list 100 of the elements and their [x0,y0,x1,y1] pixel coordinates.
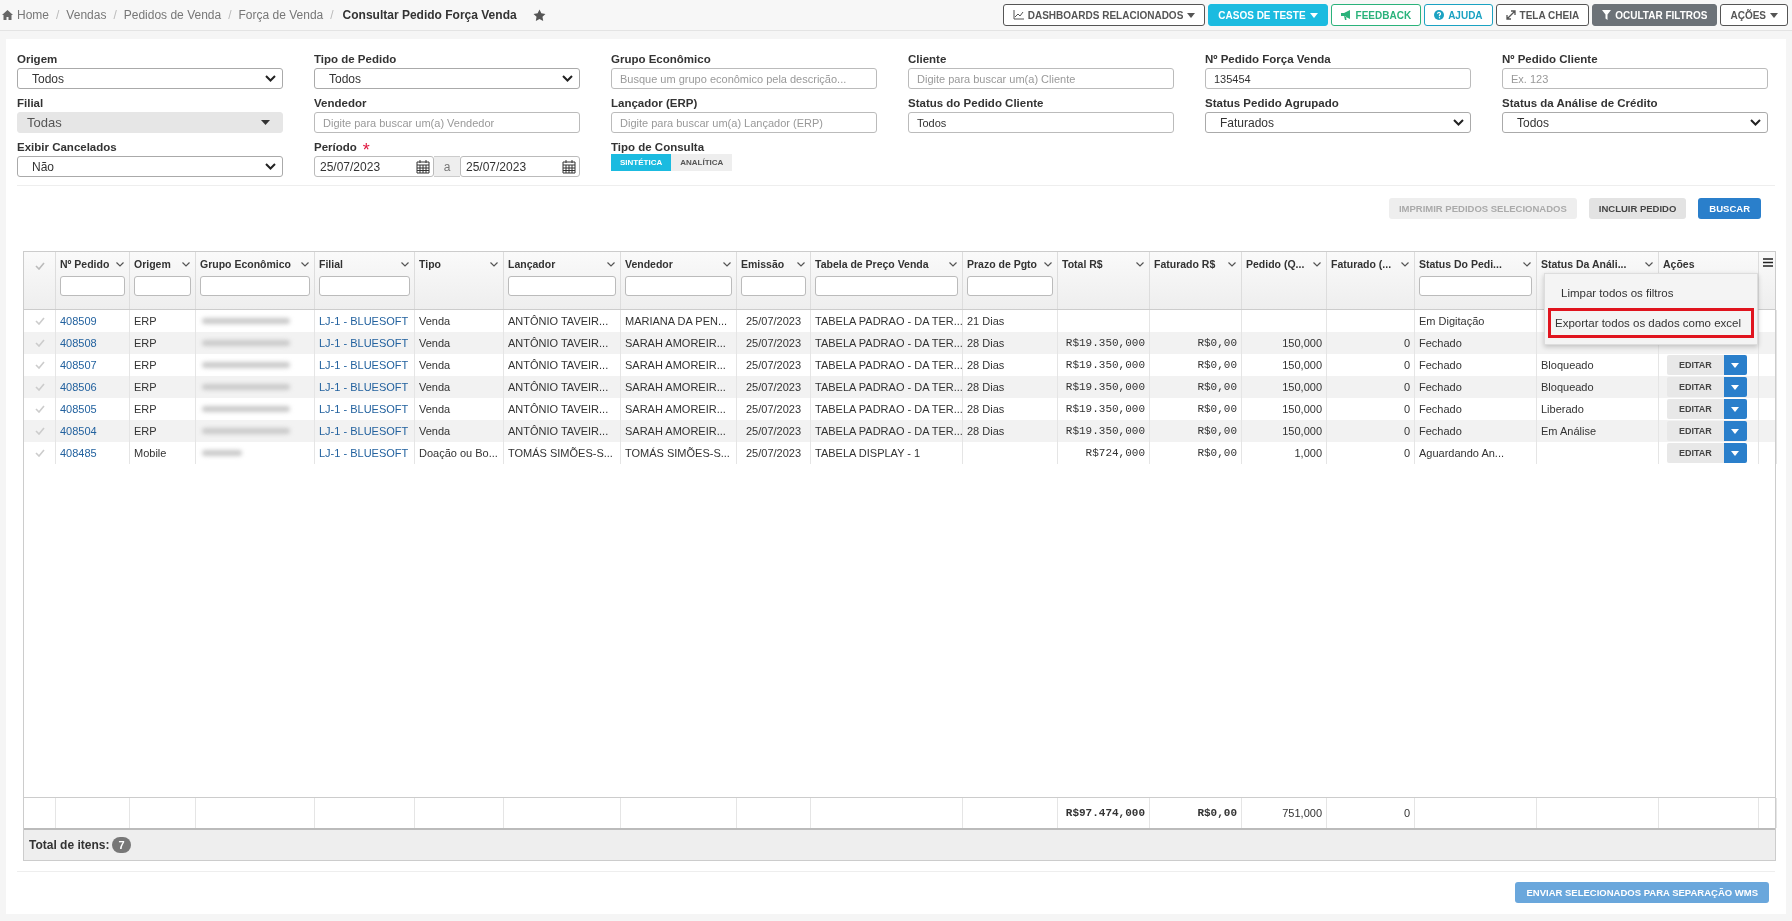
toggle-option[interactable]: ANALÍTICA [671,154,733,171]
table-link[interactable]: LJ-1 - BLUESOFT [319,381,409,393]
edit-button[interactable]: EDITAR [1667,377,1724,397]
select-field[interactable]: Todos [1502,112,1768,133]
chevron-down-icon[interactable] [490,262,498,267]
column-header[interactable]: Total R$ [1062,258,1103,270]
chevron-down-icon[interactable] [1645,262,1653,267]
column-filter-field[interactable] [741,276,806,296]
date-field[interactable]: 25/07/2023 [460,156,580,177]
column-filter-field[interactable] [508,276,616,296]
input-field[interactable]: Ex. 123 [1502,68,1768,89]
table-link[interactable]: LJ-1 - BLUESOFT [319,337,409,349]
column-filter-field[interactable] [815,276,958,296]
column-header[interactable]: Prazo de Pgto [967,258,1037,270]
column-header[interactable]: Status Da Análi... [1541,258,1627,270]
table-link[interactable]: 408508 [60,337,97,349]
table-link[interactable]: 408505 [60,403,97,415]
breadcrumb-link[interactable]: Força de Venda [238,8,324,22]
input-field[interactable]: Digite para buscar um(a) Lançador (ERP) [611,112,877,133]
checkmark-icon[interactable] [34,262,45,270]
breadcrumb-link[interactable]: Vendas [66,8,107,22]
column-header[interactable]: Emissão [741,258,785,270]
table-link[interactable]: 408504 [60,425,97,437]
table-link[interactable]: LJ-1 - BLUESOFT [319,403,409,415]
chevron-down-icon[interactable] [1136,262,1144,267]
dropdown-button[interactable] [1723,421,1747,441]
dropdown-button[interactable] [1723,377,1747,397]
input-field[interactable]: Busque um grupo econômico pela descrição... [611,68,877,89]
column-header[interactable]: Vendedor [625,258,673,270]
table-link[interactable]: LJ-1 - BLUESOFT [319,447,409,459]
chevron-down-icon[interactable] [182,262,190,267]
calendar-icon[interactable] [562,159,576,174]
chevron-down-icon[interactable] [797,262,805,267]
checkmark-icon[interactable] [34,339,45,347]
edit-button[interactable]: EDITAR [1667,443,1724,463]
column-filter-field[interactable] [1419,276,1532,296]
chevron-down-icon[interactable] [1313,262,1321,267]
menu-item[interactable]: Exportar todos os dados como excel [1548,308,1754,338]
column-header[interactable]: Nº Pedido [60,258,110,270]
menu-icon[interactable] [1763,258,1773,267]
column-filter-field[interactable] [60,276,125,296]
edit-button[interactable]: EDITAR [1667,421,1724,441]
edit-button[interactable]: EDITAR [1667,399,1724,419]
table-link[interactable]: 408509 [60,315,97,327]
select-field[interactable]: Todos [314,68,580,89]
table-link[interactable]: LJ-1 - BLUESOFT [319,425,409,437]
checkmark-icon[interactable] [34,427,45,435]
checkmark-icon[interactable] [34,383,45,391]
select-field[interactable]: Todos [17,68,283,89]
select-field[interactable]: Faturados [1205,112,1471,133]
column-filter-field[interactable] [967,276,1053,296]
toolbar-button[interactable]: OCULTAR FILTROS [1592,4,1718,26]
toolbar-button[interactable]: DASHBOARDS RELACIONADOS [1002,4,1206,26]
column-filter-field[interactable] [319,276,410,296]
toolbar-button[interactable]: AÇÕES [1720,4,1788,26]
chevron-down-icon[interactable] [1044,262,1052,267]
column-header[interactable]: Tabela de Preço Venda [815,258,929,270]
star-icon[interactable] [532,8,546,22]
checkmark-icon[interactable] [34,405,45,413]
chevron-down-icon[interactable] [949,262,957,267]
chevron-down-icon[interactable] [301,262,309,267]
chevron-down-icon[interactable] [723,262,731,267]
chevron-down-icon[interactable] [1523,262,1531,267]
checkmark-icon[interactable] [34,361,45,369]
chevron-down-icon[interactable] [116,262,124,267]
column-header[interactable]: Lançador [508,258,556,270]
column-header[interactable]: Tipo [419,258,441,270]
table-link[interactable]: 408485 [60,447,97,459]
breadcrumb-link[interactable]: Home [17,8,49,22]
input-field[interactable]: Digite para buscar um(a) Vendedor [314,112,580,133]
column-filter-field[interactable] [134,276,191,296]
table-link[interactable]: LJ-1 - BLUESOFT [319,359,409,371]
chevron-down-icon[interactable] [1401,262,1409,267]
dropdown-button[interactable] [1723,399,1747,419]
column-filter-field[interactable] [625,276,732,296]
column-header[interactable]: Pedido (Q... [1246,258,1305,270]
column-header[interactable]: Origem [134,258,171,270]
input-field[interactable]: Digite para buscar um(a) Cliente [908,68,1174,89]
chevron-down-icon[interactable] [607,262,615,267]
table-link[interactable]: 408507 [60,359,97,371]
chevron-down-icon[interactable] [1228,262,1236,267]
action-button[interactable]: BUSCAR [1698,198,1761,219]
column-header[interactable]: Faturado R$ [1154,258,1216,270]
table-link[interactable]: 408506 [60,381,97,393]
column-header[interactable]: Status Do Pedi... [1419,258,1502,270]
menu-item[interactable]: Limpar todos os filtros [1548,278,1754,308]
calendar-icon[interactable] [416,159,430,174]
checkmark-icon[interactable] [34,317,45,325]
toolbar-button[interactable]: TELA CHEIA [1495,4,1590,26]
select-field[interactable]: Não [17,156,283,177]
action-button[interactable]: INCLUIR PEDIDO [1588,198,1687,219]
input-field[interactable]: Todos [908,112,1174,133]
chevron-down-icon[interactable] [401,262,409,267]
input-field[interactable]: 135454 [1205,68,1471,89]
checkmark-icon[interactable] [34,449,45,457]
table-link[interactable]: LJ-1 - BLUESOFT [319,315,409,327]
edit-button[interactable]: EDITAR [1667,355,1724,375]
dropdown-button[interactable] [1723,355,1747,375]
column-header[interactable]: Faturado (... [1331,258,1392,270]
breadcrumb-link[interactable]: Pedidos de Venda [123,8,222,22]
